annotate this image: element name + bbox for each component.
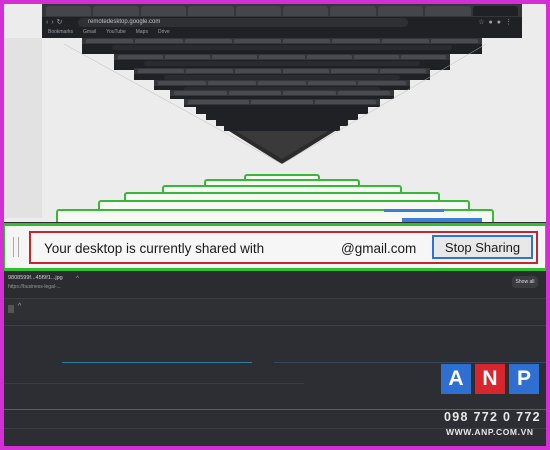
tab-strip bbox=[42, 4, 522, 17]
sharing-notification-bar: Your desktop is currently shared with @g… bbox=[4, 223, 546, 271]
toolbar-icons[interactable]: ☆●●⋮ bbox=[478, 18, 516, 26]
browser-window: ‹›↻ remotedesktop.google.com ☆●●⋮ Bookma… bbox=[42, 4, 522, 38]
sharing-message: Your desktop is currently shared with bbox=[44, 241, 265, 256]
download-file-url: https://business-legal-... bbox=[8, 284, 61, 290]
address-url: remotedesktop.google.com bbox=[88, 19, 161, 25]
scan-line bbox=[274, 362, 546, 363]
mirror-stop-button-2 bbox=[384, 209, 444, 212]
tab[interactable] bbox=[93, 6, 139, 16]
tab[interactable] bbox=[377, 6, 424, 16]
shared-with-email: @gmail.com bbox=[341, 241, 417, 256]
chevron-up-icon[interactable]: ^ bbox=[18, 303, 21, 310]
bookmark-item[interactable]: YouTube bbox=[106, 29, 126, 35]
left-margin bbox=[4, 38, 42, 218]
tab[interactable] bbox=[46, 6, 92, 16]
logo-letter: P bbox=[509, 364, 539, 394]
address-bar[interactable]: remotedesktop.google.com bbox=[78, 18, 408, 27]
file-icon bbox=[8, 305, 14, 313]
bookmark-item[interactable]: Drive bbox=[158, 29, 170, 35]
scan-line bbox=[4, 383, 304, 384]
stop-sharing-button[interactable]: Stop Sharing bbox=[432, 235, 533, 259]
watermark-website: WWW.ANP.COM.VN bbox=[446, 427, 534, 437]
taskbar-strip: ^ bbox=[4, 299, 546, 321]
watermark-phone: 098 772 0 772 bbox=[444, 410, 541, 424]
chevron-up-icon[interactable]: ^ bbox=[76, 276, 79, 282]
nav-buttons[interactable]: ‹›↻ bbox=[46, 18, 66, 26]
scan-line bbox=[4, 325, 546, 326]
bookmark-item[interactable]: Gmail bbox=[83, 29, 96, 35]
bookmarks-bar: Bookmarks Gmail YouTube Maps Drive bbox=[48, 29, 170, 35]
bookmark-item[interactable]: Bookmarks bbox=[48, 29, 73, 35]
bookmark-item[interactable]: Maps bbox=[136, 29, 148, 35]
tab[interactable] bbox=[140, 6, 187, 16]
mirror-stop-button bbox=[402, 218, 482, 222]
show-all-button[interactable]: Show all bbox=[512, 276, 538, 288]
sharing-message-box: Your desktop is currently shared with @g… bbox=[29, 231, 538, 264]
logo-letter: A bbox=[441, 364, 471, 394]
tab[interactable] bbox=[330, 6, 376, 16]
logo-letter: N bbox=[475, 364, 505, 394]
downloads-shelf: 9808599f...45f9f1...jpg https://business… bbox=[4, 272, 546, 299]
tab[interactable] bbox=[188, 6, 234, 16]
tab-active[interactable] bbox=[472, 6, 519, 16]
tab[interactable] bbox=[283, 6, 329, 16]
download-file-name[interactable]: 9808599f...45f9f1...jpg bbox=[8, 275, 63, 281]
tab[interactable] bbox=[235, 6, 282, 16]
tab[interactable] bbox=[425, 6, 471, 16]
drag-handle-icon[interactable] bbox=[13, 237, 19, 257]
scan-line bbox=[62, 362, 252, 363]
